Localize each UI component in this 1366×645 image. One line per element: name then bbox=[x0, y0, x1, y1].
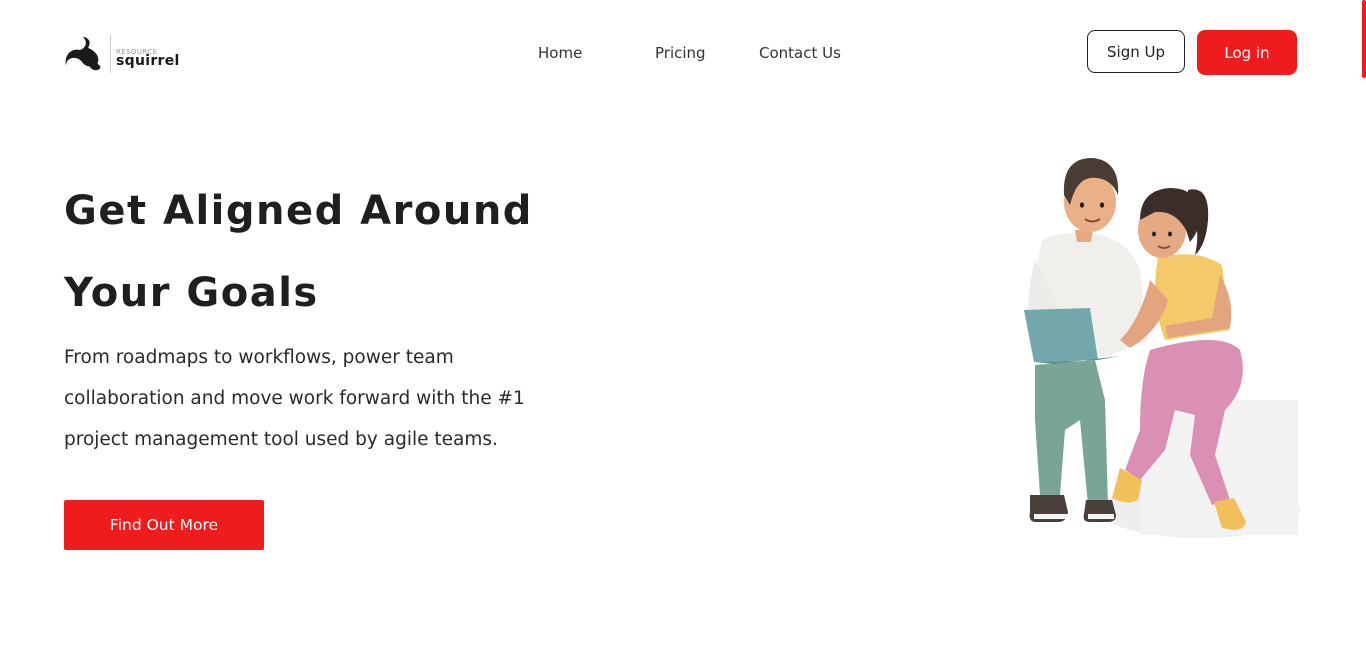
hero-title: Get Aligned Around Your Goals bbox=[64, 170, 584, 334]
two-people-with-laptop-illustration bbox=[1024, 158, 1300, 538]
nav-pricing-link[interactable]: Pricing bbox=[655, 44, 706, 62]
hero-title-line: Get Aligned Around bbox=[64, 188, 533, 234]
sign-up-button[interactable]: Sign Up bbox=[1087, 30, 1185, 73]
log-in-button[interactable]: Log in bbox=[1197, 30, 1297, 75]
site-header: RESOURCE squirrel Home Pricing Contact U… bbox=[0, 0, 1366, 106]
nav-contact-link[interactable]: Contact Us bbox=[759, 44, 841, 62]
hero-description: From roadmaps to workflows, power team c… bbox=[64, 337, 624, 460]
nav-home-link[interactable]: Home bbox=[538, 44, 582, 62]
find-out-more-button[interactable]: Find Out More bbox=[64, 500, 264, 550]
logo-wordmark: RESOURCE squirrel bbox=[116, 34, 196, 74]
hero-description-line: collaboration and move work forward with… bbox=[64, 388, 525, 409]
logo-divider bbox=[110, 35, 111, 73]
squirrel-wave-icon bbox=[65, 37, 101, 71]
logo-brand-text: squirrel bbox=[116, 53, 180, 69]
hero-description-line: From roadmaps to workflows, power team bbox=[64, 347, 454, 368]
hero-description-line: project management tool used by agile te… bbox=[64, 429, 498, 450]
brand-logo[interactable]: RESOURCE squirrel bbox=[64, 34, 196, 74]
hero-title-line: Your Goals bbox=[64, 270, 319, 316]
